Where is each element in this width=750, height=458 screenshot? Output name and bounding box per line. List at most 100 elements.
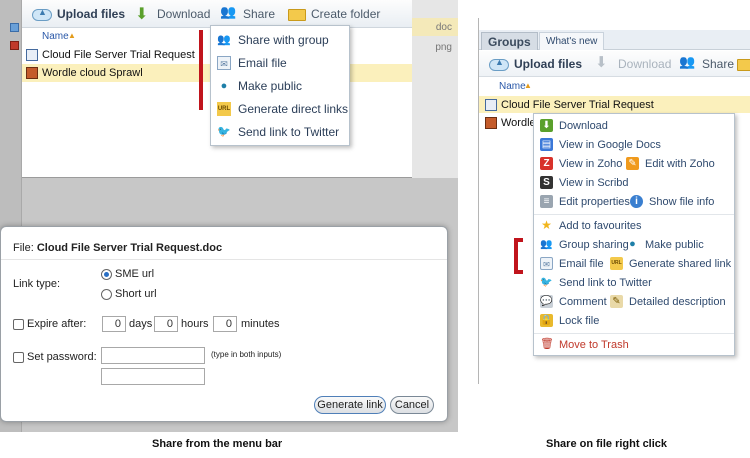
ctx-view-scribd[interactable]: S View in Scribd (540, 173, 629, 192)
menu-item-make-public[interactable]: ● Make public (211, 75, 349, 97)
ctx-label: View in Zoho (559, 157, 623, 170)
comment-icon: 💬 (540, 295, 553, 308)
url-icon: URL (610, 257, 623, 270)
menu-item-label: Email file (238, 56, 287, 70)
group-share-icon: 👥 (217, 34, 231, 46)
right-caption: Share on file right click (546, 438, 668, 450)
ctx-label: Generate shared link (629, 257, 732, 270)
sme-url-radio[interactable] (101, 269, 112, 280)
generate-link-dialog: File: Cloud File Server Trial Request.do… (0, 226, 448, 422)
share-dropdown-menu: 👥 Share with group ✉ Email file ● Make p… (210, 25, 350, 146)
ctx-label: Add to favourites (559, 219, 642, 232)
doc-file-icon (26, 49, 38, 61)
link-type-label: Link type: (13, 278, 61, 290)
hours-input[interactable]: 0 (154, 316, 178, 332)
days-input[interactable]: 0 (102, 316, 126, 332)
download-button[interactable]: ⬇ Download (595, 55, 671, 73)
expire-checkbox[interactable] (13, 319, 24, 330)
file-context-menu: ⬇ Download ▤ View in Google Docs Z View … (533, 113, 735, 356)
ctx-label: View in Google Docs (559, 138, 661, 151)
sme-url-label: SME url (115, 268, 155, 280)
password-confirm-input[interactable] (101, 368, 205, 385)
lock-icon: 🔒 (540, 314, 553, 327)
share-label: Share (243, 7, 276, 21)
doc-file-icon (10, 23, 19, 32)
ctx-view-zoho[interactable]: Z View in Zoho (540, 154, 622, 173)
upload-files-button[interactable]: Upload files (32, 5, 125, 23)
ctx-edit-properties[interactable]: ≡ Edit properties (540, 192, 630, 211)
ctx-label: Edit properties (559, 195, 630, 208)
generate-link-button[interactable]: Generate link (314, 396, 386, 414)
dialog-title: File: Cloud File Server Trial Request.do… (13, 242, 222, 254)
ctx-group-sharing[interactable]: 👥 Group sharing (540, 235, 628, 254)
file-label: File: (13, 242, 34, 254)
ctx-label: Make public (645, 238, 704, 251)
ctx-move-trash[interactable]: 🗑 Move to Trash (540, 335, 629, 354)
password-checkbox[interactable] (13, 352, 24, 363)
ctx-detailed-description[interactable]: ✎ Detailed description (610, 292, 726, 311)
image-file-icon (485, 116, 497, 129)
divider (534, 333, 734, 334)
upload-files-label: Upload files (514, 57, 583, 71)
file-ext-png: png (435, 42, 452, 53)
short-url-radio[interactable] (101, 289, 112, 300)
password-label: Set password: (27, 351, 97, 363)
ctx-label: Comment (559, 295, 607, 308)
short-url-label: Short url (115, 288, 157, 300)
password-hint: (type in both inputs) (211, 350, 282, 359)
tab-whats-new[interactable]: What's new (539, 32, 605, 50)
file-row-selected[interactable]: Cloud File Server Trial Request (479, 96, 750, 113)
toolbar: Upload files Download Share Create folde… (22, 0, 412, 28)
ctx-make-public[interactable]: ● Make public (626, 235, 704, 254)
cancel-button[interactable]: Cancel (390, 396, 434, 414)
menu-item-generate-direct-links[interactable]: URL Generate direct links (211, 98, 349, 120)
ctx-edit-zoho[interactable]: ✎ Edit with Zoho (626, 154, 715, 173)
red-marker-bracket (514, 238, 523, 274)
ctx-label: View in Scribd (559, 176, 629, 189)
tab-groups[interactable]: Groups (481, 32, 538, 50)
sort-asc-icon: ▲ (524, 81, 532, 90)
expire-label: Expire after: (27, 318, 87, 330)
menu-item-label: Make public (238, 79, 303, 93)
file-manager-window: Upload files Download Share Create folde… (22, 0, 412, 178)
name-column-header[interactable]: Name (499, 81, 526, 92)
create-folder-button[interactable] (737, 55, 750, 73)
upload-files-button[interactable]: Upload files (489, 55, 582, 73)
menu-item-share-with-group[interactable]: 👥 Share with group (211, 29, 349, 51)
extension-column: doc png (412, 0, 458, 178)
globe-icon: ● (220, 80, 228, 92)
divider (1, 259, 447, 260)
share-button[interactable]: Share (220, 4, 276, 23)
ctx-add-favourites[interactable]: ★ Add to favourites (540, 216, 642, 235)
share-people-icon (679, 54, 697, 72)
file-name: Wordle cloud Sprawl (42, 67, 143, 79)
menu-item-send-link-twitter[interactable]: 🐦 Send link to Twitter (211, 121, 349, 143)
sort-asc-icon: ▲ (68, 31, 76, 40)
minutes-input[interactable]: 0 (213, 316, 237, 332)
menu-item-label: Send link to Twitter (238, 125, 340, 139)
ctx-lock-file[interactable]: 🔒 Lock file (540, 311, 599, 330)
divider (534, 214, 734, 215)
ctx-show-file-info[interactable]: i Show file info (630, 192, 714, 211)
url-icon: URL (217, 102, 231, 116)
email-icon: ✉ (217, 56, 231, 70)
create-folder-button[interactable]: Create folder (288, 5, 380, 23)
file-row[interactable]: Wordle (479, 114, 539, 131)
password-input[interactable] (101, 347, 205, 364)
ctx-email-file[interactable]: ✉ Email file (540, 254, 604, 273)
ctx-label: Send link to Twitter (559, 276, 652, 289)
ctx-download[interactable]: ⬇ Download (540, 116, 608, 135)
ctx-comment[interactable]: 💬 Comment (540, 292, 607, 311)
ctx-view-google-docs[interactable]: ▤ View in Google Docs (540, 135, 661, 154)
menu-item-label: Generate direct links (238, 102, 349, 116)
download-button[interactable]: Download (134, 4, 210, 24)
ctx-send-twitter[interactable]: 🐦 Send link to Twitter (540, 273, 652, 292)
file-manager-window-right: Groups What's new Upload files ⬇ Downloa… (478, 18, 750, 384)
ctx-generate-shared-link[interactable]: URL Generate shared link (610, 254, 731, 273)
share-label: Share (702, 57, 735, 71)
folder-icon (288, 9, 306, 21)
menu-item-email-file[interactable]: ✉ Email file (211, 52, 349, 74)
red-marker-bar (199, 30, 203, 110)
file-ext-doc: doc (435, 22, 452, 33)
share-button[interactable]: Share (679, 54, 735, 73)
